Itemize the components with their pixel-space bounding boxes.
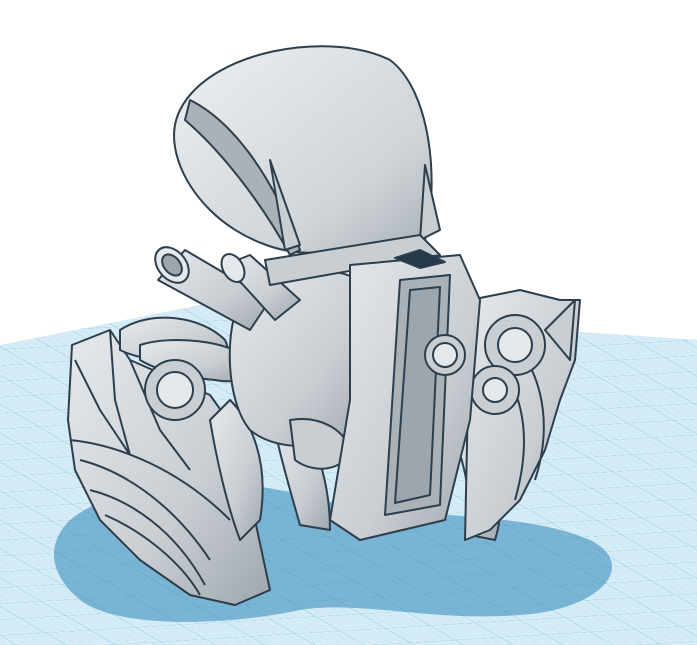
- 3d-viewport[interactable]: [0, 0, 697, 645]
- dome-head[interactable]: [173, 45, 441, 286]
- workplane-scene[interactable]: [0, 0, 697, 645]
